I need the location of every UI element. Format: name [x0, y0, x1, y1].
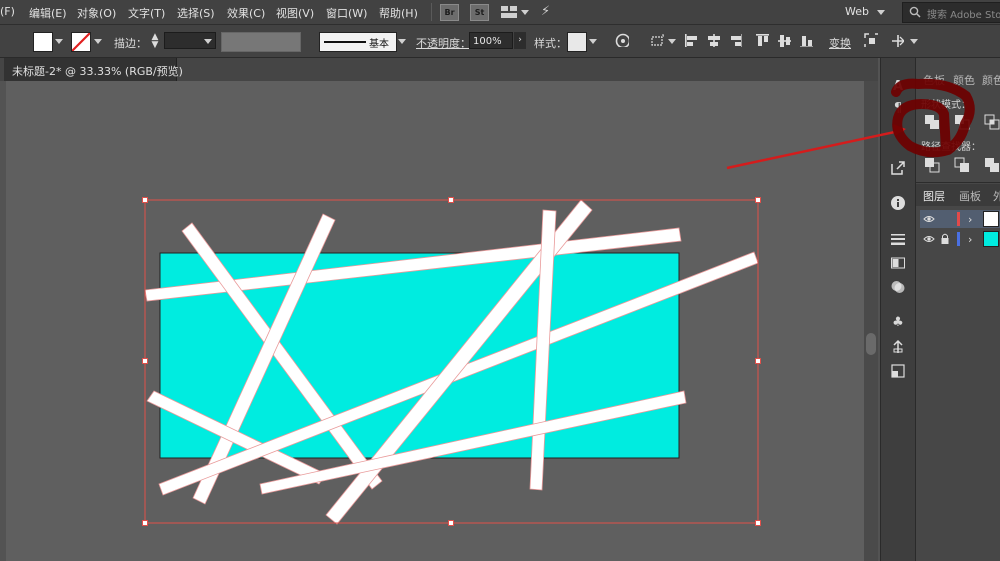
- annotation-marker-a: [891, 78, 975, 158]
- annotation-overlay: [726, 78, 975, 170]
- annotation-arrow: [726, 128, 905, 170]
